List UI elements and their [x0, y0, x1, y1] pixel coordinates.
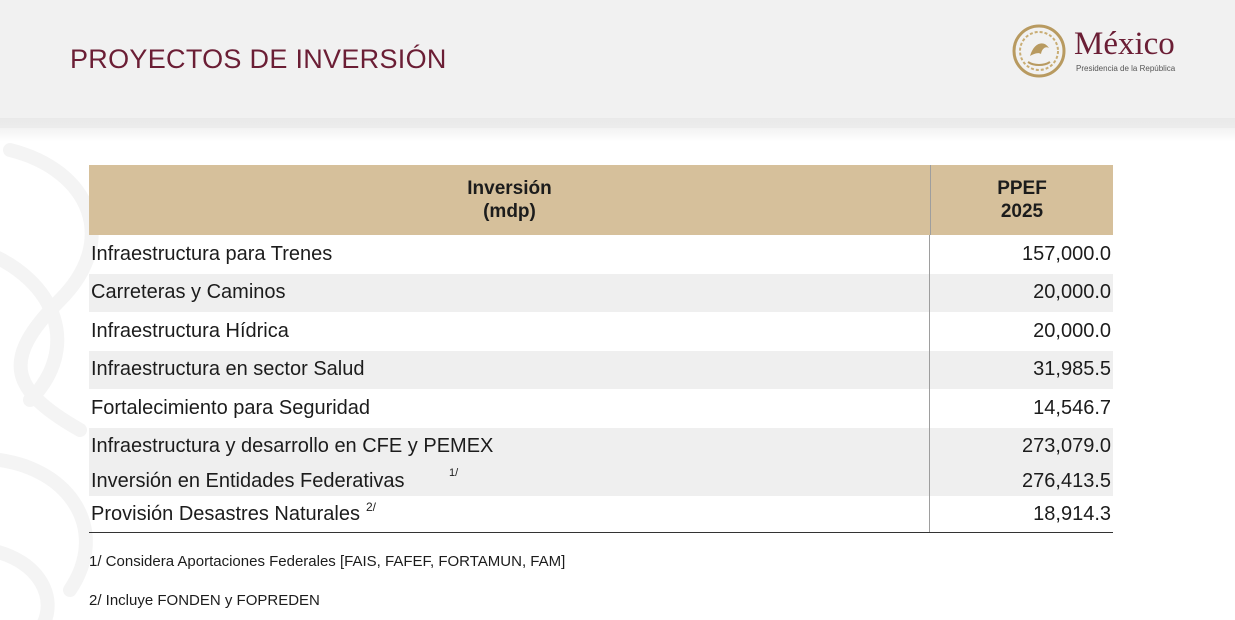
- row-value: 20,000.0: [1033, 319, 1111, 342]
- logo-wordmark: México: [1074, 26, 1175, 62]
- page-title: PROYECTOS DE INVERSIÓN: [70, 44, 447, 74]
- footnote-marker: 1/: [449, 467, 459, 479]
- column-header-line: (mdp): [483, 201, 536, 222]
- row-label-cell: Provisión Desastres Naturales 2/: [89, 496, 930, 532]
- footnote-marker: 2/: [366, 500, 377, 514]
- row-label-cell: Inversión en Entidades Federativas 1/: [89, 466, 930, 496]
- column-header-inversion: Inversión (mdp): [89, 165, 931, 235]
- table-row: Infraestructura Hídrica 20,000.0: [89, 312, 1113, 351]
- row-value: 157,000.0: [1022, 242, 1111, 265]
- table-row: Carreteras y Caminos 20,000.0: [89, 273, 1113, 312]
- row-label: Infraestructura Hídrica: [89, 312, 930, 351]
- table-row: Infraestructura en sector Salud 31,985.5: [89, 350, 1113, 389]
- row-value: 31,985.5: [1033, 358, 1111, 381]
- row-label: Carreteras y Caminos: [89, 273, 930, 312]
- column-header-line: 2025: [1000, 201, 1044, 222]
- investment-table: Inversión (mdp) PPEF 2025 Infraestructur…: [89, 165, 1113, 533]
- table-row: Infraestructura y desarrollo en CFE y PE…: [89, 427, 1113, 466]
- row-label: Infraestructura para Trenes: [89, 235, 930, 274]
- row-label: Infraestructura y desarrollo en CFE y PE…: [89, 427, 930, 466]
- row-value: 20,000.0: [1033, 281, 1111, 304]
- footnote-2: 2/ Incluye FONDEN y FOPREDEN: [89, 592, 320, 609]
- column-header-line: Inversión: [467, 178, 552, 199]
- logo-subtitle: Presidencia de la República: [1076, 64, 1176, 73]
- column-header-line: PPEF: [997, 178, 1047, 199]
- table-row: Fortalecimiento para Seguridad 14,546.7: [89, 389, 1113, 428]
- mexico-logo: México Presidencia de la República: [1012, 24, 1207, 80]
- row-value: 273,079.0: [1022, 435, 1111, 458]
- row-label: Infraestructura en sector Salud: [89, 350, 930, 389]
- table-row: Inversión en Entidades Federativas 1/ 27…: [89, 466, 1113, 496]
- row-value: 14,546.7: [1033, 396, 1111, 419]
- table-header: Inversión (mdp) PPEF 2025: [89, 165, 1113, 235]
- row-value: 276,413.5: [1022, 469, 1111, 492]
- row-label: Provisión Desastres Naturales: [91, 502, 360, 525]
- row-label: Inversión en Entidades Federativas: [91, 469, 405, 492]
- row-label: Fortalecimiento para Seguridad: [89, 389, 930, 428]
- footnote-1: 1/ Considera Aportaciones Federales [FAI…: [89, 553, 566, 570]
- national-seal-icon: [1012, 24, 1066, 78]
- row-value: 18,914.3: [1033, 502, 1111, 525]
- column-header-ppef: PPEF 2025: [931, 165, 1113, 235]
- table-row: Infraestructura para Trenes 157,000.0: [89, 235, 1113, 274]
- table-row: Provisión Desastres Naturales 2/ 18,914.…: [89, 496, 1113, 533]
